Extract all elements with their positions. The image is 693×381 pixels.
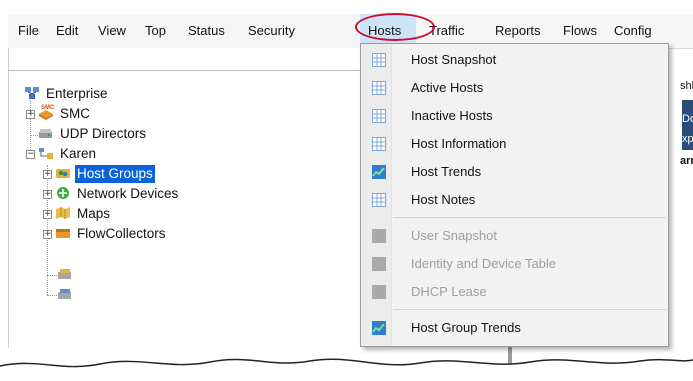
network-devices-icon (57, 187, 69, 199)
table-icon (372, 229, 386, 243)
tree-item-flowcollectors[interactable]: FlowCollectors (55, 225, 168, 243)
tree-item-host-groups[interactable]: Host Groups (55, 165, 155, 183)
expand-host-groups-toggle[interactable]: + (43, 170, 52, 179)
menu-item-active-hosts[interactable]: Active Hosts (361, 74, 668, 102)
menu-item-label: DHCP Lease (411, 284, 487, 299)
menu-item-host-trends[interactable]: Host Trends (361, 158, 668, 186)
appliance-icon (58, 289, 71, 299)
appliance-icon (58, 269, 71, 279)
menu-item-label: Host Trends (411, 164, 482, 179)
table-icon (372, 109, 386, 123)
enterprise-icon (25, 87, 39, 99)
hidden-window-text: xpo (682, 133, 693, 145)
table-icon (372, 53, 386, 67)
menu-separator (393, 309, 666, 310)
menu-item-host-information[interactable]: Host Information (361, 130, 668, 158)
tree-label: Karen (60, 146, 97, 161)
tree-label: Maps (77, 206, 111, 221)
trend-chart-icon (372, 321, 386, 335)
expand-maps-toggle[interactable]: + (43, 210, 52, 219)
menu-security[interactable]: Security (248, 14, 295, 48)
menu-item-dhcp-lease: DHCP Lease (361, 278, 668, 306)
table-icon (372, 81, 386, 95)
tree-label: SMC (60, 106, 90, 121)
menu-item-host-group-trends[interactable]: Host Group Trends (361, 314, 668, 342)
trend-chart-icon (372, 165, 386, 179)
hosts-dropdown-menu: Host Snapshot Active Hosts Inactive Host… (360, 43, 669, 347)
expand-network-devices-toggle[interactable]: + (43, 190, 52, 199)
app-window: File Edit View Top Status Security Hosts… (0, 0, 693, 381)
hidden-window-text: arm (680, 155, 693, 167)
flowcollectors-icon (56, 229, 70, 238)
menu-item-host-notes[interactable]: Host Notes (361, 186, 668, 214)
hidden-window-text: shb (680, 80, 693, 92)
udp-director-icon (39, 129, 52, 138)
menu-top[interactable]: Top (145, 14, 166, 48)
menu-item-label: Inactive Hosts (411, 108, 493, 123)
menu-status[interactable]: Status (188, 14, 225, 48)
tree-connector (30, 100, 31, 152)
table-icon (372, 193, 386, 207)
menu-view[interactable]: View (98, 14, 126, 48)
menu-item-label: Host Snapshot (411, 52, 497, 67)
torn-edge-decoration (0, 358, 693, 381)
tree-item-udp-directors[interactable]: UDP Directors (38, 125, 148, 143)
table-icon (372, 137, 386, 151)
tree-item-network-devices[interactable]: Network Devices (55, 185, 180, 203)
menu-item-identity-and-device-table: Identity and Device Table (361, 250, 668, 278)
domain-icon (39, 148, 53, 159)
menu-separator (393, 217, 666, 218)
tree-label: Host Groups (75, 165, 155, 183)
collapse-karen-toggle[interactable]: − (26, 150, 35, 159)
tree-label: FlowCollectors (77, 226, 166, 241)
host-groups-icon (56, 169, 70, 178)
tree-item-enterprise[interactable]: Enterprise (24, 85, 110, 103)
table-icon (372, 257, 386, 271)
expand-flowcollectors-toggle[interactable]: + (43, 230, 52, 239)
menu-item-label: Host Group Trends (411, 320, 521, 335)
tree-item-karen[interactable]: Karen (38, 145, 98, 163)
menu-item-label: Host Information (411, 136, 507, 151)
tree-connector (47, 275, 57, 276)
menu-item-label: Active Hosts (411, 80, 484, 95)
menu-item-inactive-hosts[interactable]: Inactive Hosts (361, 102, 668, 130)
menu-item-label: Identity and Device Table (411, 256, 557, 271)
menu-item-user-snapshot: User Snapshot (361, 222, 668, 250)
menu-item-label: User Snapshot (411, 228, 497, 243)
menu-item-label: Host Notes (411, 192, 476, 207)
menu-file[interactable]: File (18, 14, 39, 48)
menu-edit[interactable]: Edit (56, 14, 78, 48)
tree-connector (47, 295, 57, 296)
table-icon (372, 285, 386, 299)
tree-label: UDP Directors (60, 126, 147, 141)
tree-item-maps[interactable]: Maps (55, 205, 112, 223)
maps-icon (56, 207, 70, 219)
tree-item-smc[interactable]: SMC SMC (38, 105, 92, 123)
hidden-window-text: Dom (682, 113, 693, 125)
smc-badge: SMC (41, 105, 55, 111)
menu-item-host-snapshot[interactable]: Host Snapshot (361, 46, 668, 74)
expand-smc-toggle[interactable]: + (26, 110, 35, 119)
tree-label: Network Devices (77, 186, 179, 201)
